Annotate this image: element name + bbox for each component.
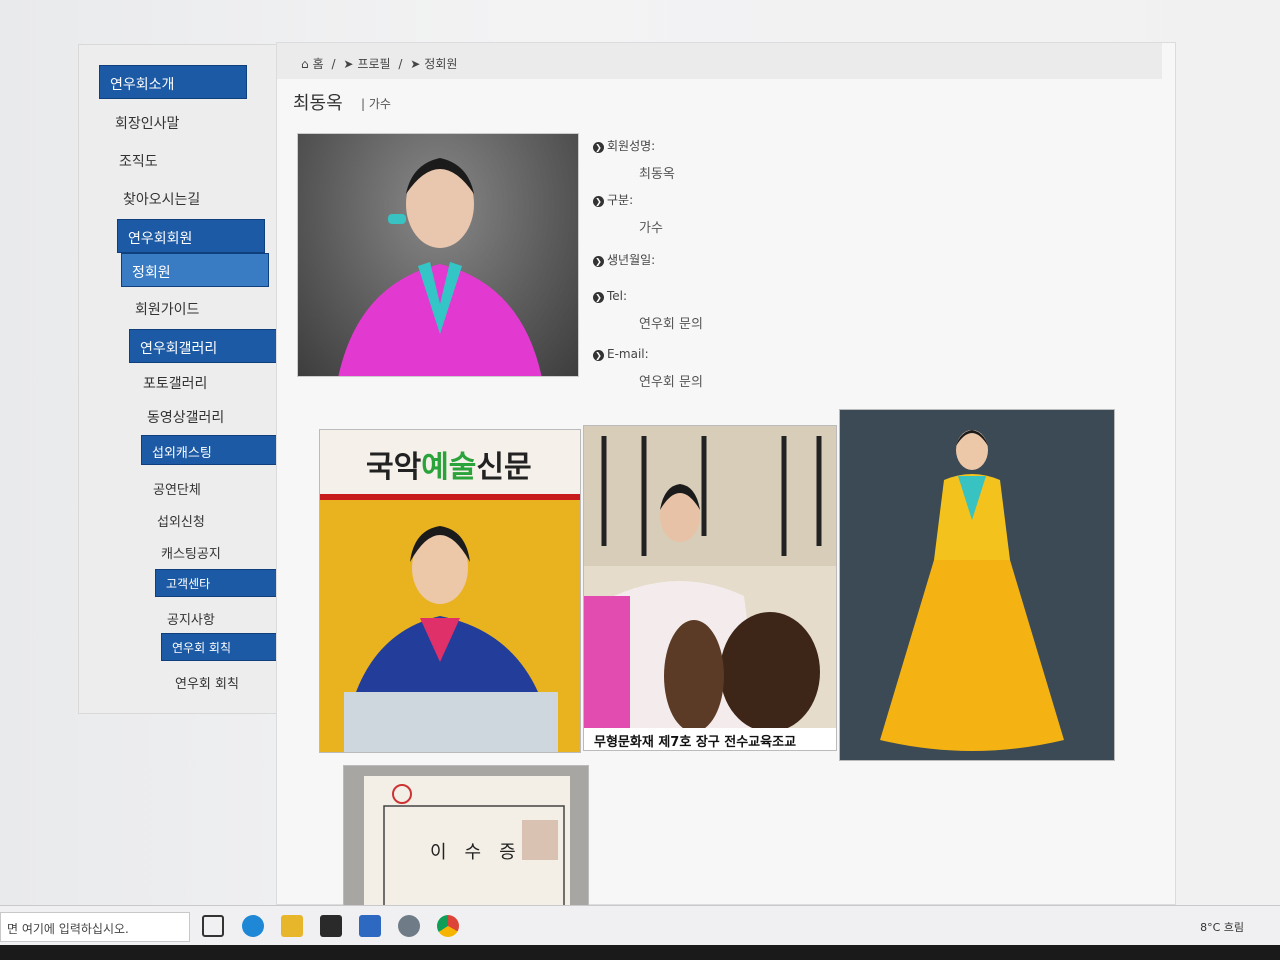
menu-item-video-gallery[interactable]: 동영상갤러리 [135, 401, 275, 431]
chevron-right-icon: ❯ [593, 142, 604, 153]
menu-item-groups[interactable]: 공연단체 [141, 473, 281, 503]
menu-item-casting-notice[interactable]: 캐스팅공지 [149, 537, 289, 567]
edge-browser-icon[interactable] [242, 915, 264, 937]
newspaper-art [344, 526, 558, 752]
value-email: 연우회 문의 [639, 375, 703, 390]
chevron-right-icon: ❯ [593, 256, 604, 267]
label-category: ❯ 구분: [593, 191, 633, 208]
menu-item-notice[interactable]: 공지사항 [155, 603, 295, 633]
label-name: ❯ 회원성명: [593, 137, 655, 154]
menu-head-members[interactable]: 연우회회원 [117, 219, 265, 253]
gallery-image-drum[interactable]: 무형문화재 제7호 장구 전수교육조교 [583, 425, 837, 751]
label-birthdate-text: 생년월일: [607, 253, 656, 267]
drum-caption: 무형문화재 제7호 장구 전수교육조교 [584, 728, 836, 750]
menu-item-photo-gallery[interactable]: 포토갤러리 [131, 367, 271, 397]
tray-weather[interactable]: 8°C 흐림 [1200, 919, 1244, 935]
label-category-text: 구분: [607, 193, 634, 207]
chevron-right-icon: ➤ [343, 57, 354, 71]
value-tel: 연우회 문의 [639, 317, 703, 332]
browser-viewport: 연우회소개 회장인사말 조직도 찾아오시는길 연우회회원 정회원 회원가이드 연… [0, 0, 1280, 906]
menu-head-casting[interactable]: 섭외캐스팅 [141, 435, 289, 465]
menu-item-booking[interactable]: 섭외신청 [145, 505, 285, 535]
breadcrumb: ⌂ 홈 / ➤ 프로필 / ➤ 정회원 [277, 43, 1162, 79]
drum-art [584, 426, 836, 750]
main-content: ⌂ 홈 / ➤ 프로필 / ➤ 정회원 최동옥 | 가수 ❯ 회원성명: 최동옥 ❯ 구분… [276, 42, 1176, 906]
value-category: 가수 [639, 221, 663, 236]
monitor-bezel [0, 945, 1280, 960]
chevron-right-icon: ➤ [410, 57, 421, 71]
menu-item-directions[interactable]: 찾아오시는길 [111, 183, 251, 213]
chevron-right-icon: ❯ [593, 196, 604, 207]
menu-item-regular-member[interactable]: 정회원 [121, 253, 269, 287]
gallery-image-hanbok[interactable] [839, 409, 1115, 761]
gallery-image-certificate[interactable]: 이수증 [343, 765, 589, 906]
label-tel-text: Tel: [607, 289, 628, 303]
breadcrumb-separator: / [331, 57, 340, 71]
page-subtitle: | 가수 [361, 97, 391, 111]
breadcrumb-separator: / [398, 57, 407, 71]
mail-icon[interactable] [359, 915, 381, 937]
label-email-text: E-mail: [607, 347, 649, 361]
chrome-icon[interactable] [437, 915, 459, 937]
task-view-icon[interactable] [202, 915, 224, 937]
value-name: 최동옥 [639, 167, 675, 182]
taskbar: 면 여기에 입력하십시오. 8°C 흐림 [0, 905, 1280, 945]
label-tel: ❯ Tel: [593, 289, 627, 303]
breadcrumb-home[interactable]: 홈 [313, 57, 324, 71]
menu-item-organization[interactable]: 조직도 [107, 145, 247, 175]
breadcrumb-profile[interactable]: 프로필 [357, 57, 390, 71]
menu-head-gallery[interactable]: 연우회갤러리 [129, 329, 277, 363]
file-explorer-icon[interactable] [281, 915, 303, 937]
menu-item-member-guide[interactable]: 회원가이드 [123, 293, 263, 323]
label-birthdate: ❯ 생년월일: [593, 251, 655, 268]
hanbok-art [880, 430, 1064, 751]
label-email: ❯ E-mail: [593, 347, 649, 361]
menu-item-greeting[interactable]: 회장인사말 [103, 107, 243, 137]
page-subtitle-category: 가수 [368, 97, 391, 111]
certificate-art [364, 776, 570, 905]
home-icon[interactable]: ⌂ [301, 57, 309, 71]
breadcrumb-regular[interactable]: 정회원 [424, 57, 457, 71]
taskbar-search-input[interactable]: 면 여기에 입력하십시오. [0, 912, 190, 942]
chevron-right-icon: ❯ [593, 350, 604, 361]
profile-photo [297, 133, 579, 377]
chevron-right-icon: ❯ [593, 292, 604, 303]
menu-head-about[interactable]: 연우회소개 [99, 65, 247, 99]
profile-photo-art [338, 158, 542, 376]
gallery-image-newspaper[interactable]: 국악예술신문 [319, 429, 581, 753]
certificate-title: 이수증 [430, 842, 534, 863]
label-name-text: 회원성명: [607, 139, 656, 153]
page-title: 최동옥 [293, 93, 343, 114]
store-icon[interactable] [320, 915, 342, 937]
app-icon[interactable] [398, 915, 420, 937]
